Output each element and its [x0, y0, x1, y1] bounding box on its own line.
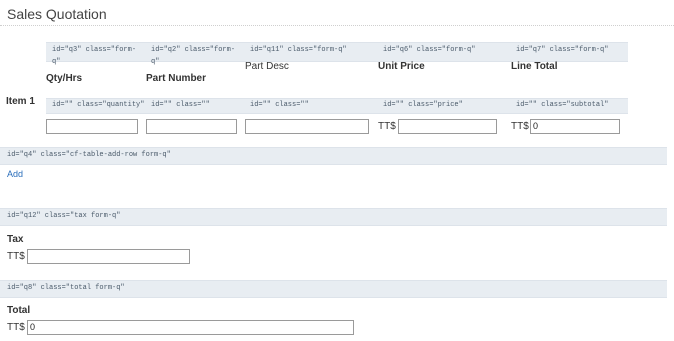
item-1-total-currency: TT$ — [511, 121, 529, 132]
item-1-part-desc-input[interactable] — [245, 119, 369, 134]
qty-column-header: Qty/Hrs — [46, 73, 83, 84]
tax-currency: TT$ — [7, 251, 25, 262]
tax-input[interactable] — [27, 249, 190, 264]
total-input[interactable]: 0 — [27, 320, 354, 335]
item-1-qty-input[interactable] — [46, 119, 138, 134]
part-number-meta: id="q2" class="form-q" — [151, 46, 236, 66]
line-total-column-header: Line Total — [511, 61, 558, 72]
item-1-line-total-meta: id="" class="subtotal" — [516, 101, 609, 109]
total-currency: TT$ — [7, 322, 25, 333]
item-1-price-currency: TT$ — [378, 121, 396, 132]
unit-price-meta: id="q6" class="form-q" — [383, 46, 476, 54]
item-1-part-desc-meta: id="" class="" — [250, 101, 309, 109]
part-number-column-header: Part Number — [146, 73, 207, 84]
total-meta: id="q8" class="total form-q" — [7, 284, 125, 292]
tax-label: Tax — [7, 234, 24, 245]
tax-meta: id="q12" class="tax form-q" — [7, 212, 121, 220]
unit-price-column-header: Unit Price — [378, 61, 425, 72]
total-label: Total — [7, 305, 31, 316]
item-1-unit-price-input[interactable] — [398, 119, 497, 134]
item-1-qty-meta: id="" class="quantity" — [52, 101, 145, 109]
part-desc-column-header: Part Desc — [245, 61, 289, 72]
add-row-meta: id="q4" class="cf-table-add-row form-q" — [7, 151, 171, 159]
page-title: Sales Quotation — [7, 6, 107, 22]
item-1-unit-price-meta: id="" class="price" — [383, 101, 463, 109]
qty-meta: id="q3" class="form-q" — [52, 46, 137, 66]
item-1-part-number-meta: id="" class="" — [151, 101, 210, 109]
item-1-label: Item 1 — [6, 96, 35, 107]
title-divider — [0, 25, 674, 26]
item-1-part-number-input[interactable] — [146, 119, 237, 134]
add-row-link[interactable]: Add — [7, 169, 23, 179]
line-total-meta: id="q7" class="form-q" — [516, 46, 609, 54]
item-1-line-total-input[interactable]: 0 — [530, 119, 620, 134]
part-desc-meta: id="q11" class="form-q" — [250, 46, 347, 54]
